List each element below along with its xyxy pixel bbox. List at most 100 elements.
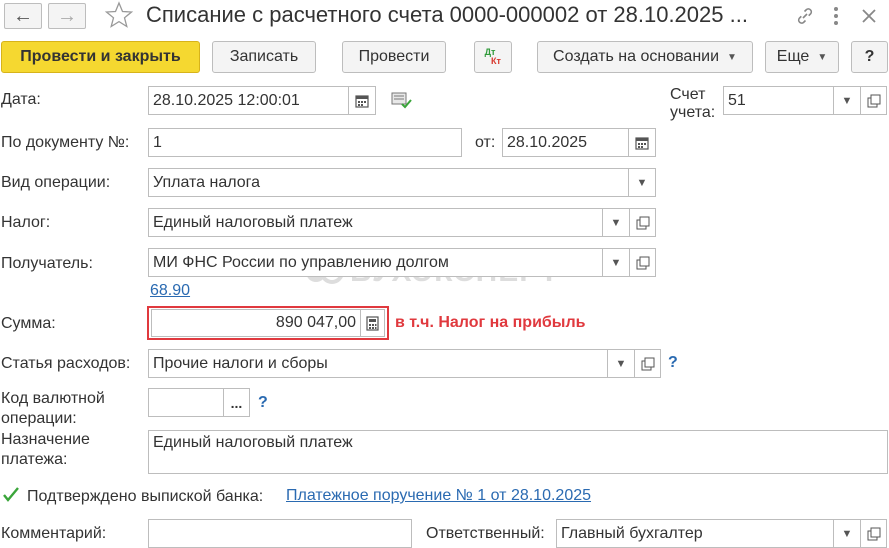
arrow-right-icon: → [57, 5, 77, 27]
more-dots-icon[interactable] [826, 5, 846, 27]
confirmed-checkbox[interactable] [1, 485, 21, 505]
account-label-line1: Счет [670, 86, 706, 103]
checkmark-icon [3, 487, 19, 502]
open-window-icon [867, 527, 880, 540]
responsible-field[interactable]: Главный бухгалтер ▼ [556, 519, 861, 548]
from-date-value: 28.10.2025 [507, 133, 588, 151]
expense-field[interactable]: Прочие налоги и сборы ▼ [148, 349, 635, 378]
arrow-left-icon: ← [13, 5, 33, 27]
purpose-label-line1: Назначение [1, 431, 90, 448]
account-label: Счет учета: [670, 86, 715, 122]
recipient-dropdown-button[interactable]: ▼ [602, 249, 629, 276]
chevron-down-icon: ▼ [610, 216, 622, 229]
responsible-value: Главный бухгалтер [561, 524, 703, 542]
currency-code-label-line2: операции: [1, 410, 77, 427]
comment-label: Комментарий: [1, 525, 107, 542]
calendar-button[interactable] [348, 87, 375, 114]
tax-label: Налог: [1, 214, 51, 231]
more-button[interactable]: Еще ▼ [765, 41, 839, 73]
ellipsis-icon: ... [230, 394, 243, 411]
page-title: Списание с расчетного счета 0000-000002 … [146, 2, 748, 27]
chevron-down-icon: ▼ [727, 51, 737, 63]
create-based-on-button[interactable]: Создать на основании ▼ [537, 41, 753, 73]
docnum-label: По документу №: [1, 134, 130, 151]
account-dropdown-button[interactable]: ▼ [833, 87, 860, 114]
responsible-dropdown-button[interactable]: ▼ [833, 520, 860, 547]
chevron-down-icon: ▼ [817, 51, 828, 63]
calculator-button[interactable] [360, 310, 384, 336]
account-value: 51 [728, 91, 746, 109]
account-field[interactable]: 51 ▼ [723, 86, 861, 115]
date-value: 28.10.2025 12:00:01 [153, 91, 300, 109]
responsible-label: Ответственный: [426, 525, 545, 542]
favorite-star-icon[interactable] [104, 0, 134, 30]
account-label-line2: учета: [670, 104, 716, 121]
currency-help-icon[interactable]: ? [258, 394, 268, 412]
recipient-field[interactable]: МИ ФНС России по управлению долгом ▼ [148, 248, 630, 277]
from-label: от: [475, 134, 496, 151]
chevron-down-icon: ▼ [610, 256, 622, 269]
currency-code-label: Код валютной операции: [1, 389, 105, 429]
open-window-icon [636, 216, 649, 229]
docnum-field[interactable]: 1 [148, 128, 462, 157]
purpose-label-line2: платежа: [1, 451, 68, 468]
chevron-down-icon: ▼ [841, 527, 853, 540]
optype-label: Вид операции: [1, 174, 111, 191]
chevron-down-icon: ▼ [636, 176, 648, 189]
sum-value: 890 047,00 [275, 314, 356, 331]
post-button[interactable]: Провести [342, 41, 446, 73]
account-open-button[interactable] [860, 86, 887, 115]
document-checked-icon[interactable] [390, 90, 412, 110]
tax-value: Единый налоговый платеж [153, 213, 353, 231]
currency-code-select-button[interactable]: ... [223, 388, 250, 417]
payment-order-link[interactable]: Платежное поручение № 1 от 28.10.2025 [286, 487, 591, 505]
purpose-textarea[interactable]: Единый налоговый платеж [148, 430, 888, 474]
comment-field[interactable] [148, 519, 412, 548]
recipient-open-button[interactable] [629, 248, 656, 277]
expense-help-icon[interactable]: ? [668, 354, 678, 372]
confirmed-label: Подтверждено выпиской банка: [27, 488, 264, 505]
optype-dropdown-button[interactable]: ▼ [628, 169, 655, 196]
save-button[interactable]: Записать [212, 41, 316, 73]
tax-field[interactable]: Единый налоговый платеж ▼ [148, 208, 630, 237]
calendar-icon [355, 94, 369, 108]
chevron-down-icon: ▼ [841, 94, 853, 107]
forward-button[interactable]: → [48, 3, 86, 29]
sum-note: в т.ч. Налог на прибыль [395, 314, 586, 331]
date-field[interactable]: 28.10.2025 12:00:01 [148, 86, 376, 115]
currency-code-label-line1: Код валютной [1, 390, 105, 407]
recipient-account-link[interactable]: 68.90 [150, 282, 190, 300]
close-icon[interactable] [858, 5, 880, 27]
open-window-icon [641, 357, 654, 370]
post-and-close-button[interactable]: Провести и закрыть [1, 41, 200, 73]
create-based-on-label: Создать на основании [553, 48, 720, 65]
purpose-label: Назначение платежа: [1, 430, 90, 470]
calendar-button[interactable] [628, 129, 655, 156]
expense-value: Прочие налоги и сборы [153, 354, 328, 372]
expense-open-button[interactable] [634, 349, 661, 378]
expense-label: Статья расходов: [1, 355, 131, 372]
help-button[interactable]: ? [851, 41, 888, 73]
kt-label: Кт [491, 56, 501, 66]
from-date-field[interactable]: 28.10.2025 [502, 128, 656, 157]
currency-code-field[interactable] [148, 388, 224, 417]
optype-field[interactable]: Уплата налога ▼ [148, 168, 656, 197]
link-icon[interactable] [794, 5, 816, 27]
more-label: Еще [776, 48, 810, 65]
back-button[interactable]: ← [4, 3, 42, 29]
calendar-icon [635, 136, 649, 150]
tax-dropdown-button[interactable]: ▼ [602, 209, 629, 236]
purpose-value: Единый налоговый платеж [153, 434, 353, 451]
sum-field[interactable]: 890 047,00 [151, 309, 385, 337]
docnum-value: 1 [153, 133, 162, 151]
open-window-icon [867, 94, 880, 107]
tax-open-button[interactable] [629, 208, 656, 237]
recipient-label: Получатель: [1, 255, 93, 272]
chevron-down-icon: ▼ [615, 357, 627, 370]
date-label: Дата: [1, 91, 41, 108]
responsible-open-button[interactable] [860, 519, 887, 548]
optype-value: Уплата налога [153, 173, 261, 191]
expense-dropdown-button[interactable]: ▼ [607, 350, 634, 377]
dt-kt-button[interactable]: Дт Кт [474, 41, 512, 73]
sum-label: Сумма: [1, 315, 56, 332]
